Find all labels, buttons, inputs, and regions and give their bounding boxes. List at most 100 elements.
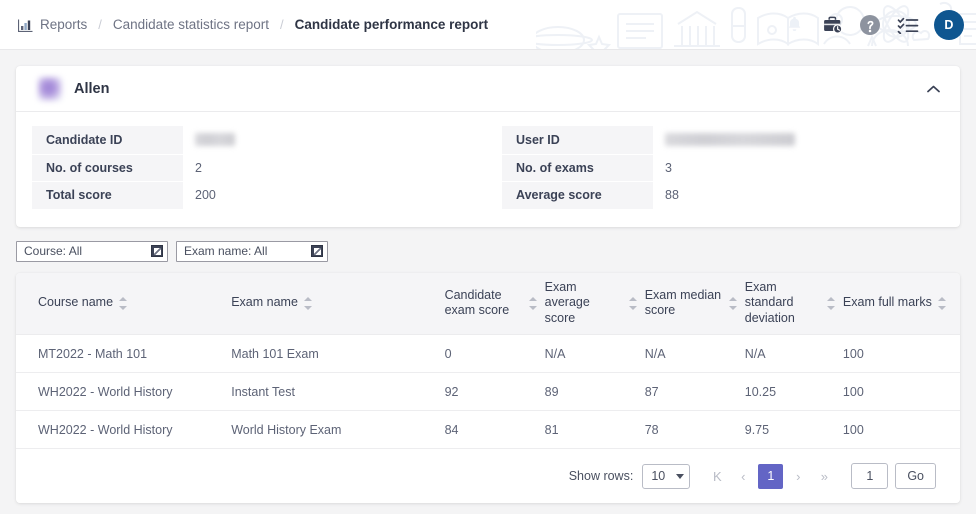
page-jump-input[interactable]: [851, 463, 889, 489]
column-header-label: Course name: [38, 295, 114, 310]
last-page-button[interactable]: »: [811, 463, 837, 489]
breadcrumb-item-reports[interactable]: Reports: [40, 17, 87, 32]
course-filter-label: Course: All: [24, 244, 83, 258]
go-button[interactable]: Go: [895, 463, 936, 489]
column-header-course-name[interactable]: Course name: [16, 272, 232, 335]
candidate-card-header: Allen: [16, 66, 960, 112]
exam-name-filter-label: Exam name: All: [184, 244, 268, 258]
redacted-value: [665, 133, 795, 147]
info-value-average-score: 88: [665, 188, 679, 203]
cell-exam-full-marks: 100: [842, 372, 960, 411]
page-number-1[interactable]: 1: [758, 463, 784, 489]
filter-bar: Course: All Exam name: All: [16, 240, 960, 262]
topbar-actions: D: [782, 9, 964, 40]
info-value-total-score: 200: [195, 188, 216, 203]
cell-exam-average-score: 89: [544, 372, 645, 411]
sort-icon[interactable]: [728, 296, 737, 310]
course-name-link[interactable]: WH2022 - World History: [38, 423, 173, 437]
sort-icon[interactable]: [826, 296, 835, 310]
column-header-label: Exam standard deviation: [744, 279, 795, 326]
column-header-exam-median-score[interactable]: Exam median score: [644, 272, 745, 335]
exam-name-link[interactable]: Math 101 Exam: [231, 347, 319, 361]
info-label: Total score: [32, 182, 183, 209]
column-header-candidate-exam-score[interactable]: Candidate exam score: [444, 272, 545, 335]
chevron-up-icon[interactable]: [924, 80, 942, 98]
candidate-name: Allen: [74, 80, 110, 97]
candidate-summary-card: Allen Candidate ID No. of courses 2 Tota…: [16, 66, 960, 227]
briefcase-clock-icon[interactable]: [820, 13, 844, 37]
cell-course-name: WH2022 - World History: [16, 410, 232, 449]
column-header-label: Exam name: [231, 295, 298, 310]
candidate-avatar: [38, 76, 62, 101]
breadcrumb-separator: /: [279, 17, 284, 32]
cell-exam-name: Instant Test: [231, 372, 445, 411]
broken-image-icon: [151, 245, 163, 257]
rows-per-page-value: 10: [651, 469, 666, 483]
course-name-link[interactable]: MT2022 - Math 101: [38, 347, 147, 361]
info-row-candidate-id: Candidate ID: [32, 126, 474, 154]
exam-name-link[interactable]: World History Exam: [231, 423, 341, 437]
bell-icon[interactable]: [782, 13, 806, 37]
info-label: No. of courses: [32, 154, 183, 181]
sort-icon[interactable]: [119, 296, 128, 310]
sort-icon[interactable]: [628, 296, 637, 310]
breadcrumb-separator: /: [98, 17, 102, 32]
cell-exam-median-score: N/A: [644, 334, 745, 373]
info-row-no-of-courses: No. of courses 2: [32, 153, 474, 181]
info-value-user-id: [653, 126, 944, 154]
first-page-button[interactable]: K: [704, 463, 730, 489]
cell-exam-full-marks: 100: [842, 410, 960, 449]
info-value-no-of-courses: 2: [195, 160, 202, 175]
rows-per-page-select[interactable]: 10: [642, 463, 691, 489]
column-header-exam-name[interactable]: Exam name: [231, 272, 445, 335]
results-table: Course name Exam name Candidate exam sco…: [16, 272, 960, 449]
next-page-button[interactable]: ›: [785, 463, 811, 489]
sort-icon[interactable]: [303, 296, 312, 310]
info-value-no-of-exams: 3: [665, 160, 672, 175]
info-row-no-of-exams: No. of exams 3: [502, 153, 944, 181]
results-table-body: MT2022 - Math 101 Math 101 Exam 0 N/A N/…: [16, 334, 960, 449]
table-row: MT2022 - Math 101 Math 101 Exam 0 N/A N/…: [16, 334, 960, 373]
exam-name-link[interactable]: Instant Test: [231, 385, 295, 399]
cell-exam-standard-deviation: 10.25: [744, 372, 843, 411]
show-rows-label: Show rows:: [568, 469, 634, 483]
candidate-info-column-left: Candidate ID No. of courses 2 Total scor…: [32, 126, 488, 209]
cell-candidate-exam-score: 84: [444, 410, 545, 449]
exam-name-filter[interactable]: Exam name: All: [176, 240, 328, 262]
info-row-average-score: Average score 88: [502, 181, 944, 209]
cell-exam-standard-deviation: 9.75: [744, 410, 843, 449]
info-label: User ID: [502, 126, 653, 154]
cell-candidate-exam-score: 0: [444, 334, 545, 373]
help-icon[interactable]: [858, 13, 882, 37]
info-label: Candidate ID: [32, 126, 183, 154]
course-name-link[interactable]: WH2022 - World History: [38, 385, 173, 399]
breadcrumb-item-candidate-statistics-report[interactable]: Candidate statistics report: [113, 17, 269, 32]
breadcrumb: Reports / Candidate statistics report / …: [17, 17, 488, 33]
table-row: WH2022 - World History World History Exa…: [16, 410, 960, 449]
avatar[interactable]: D: [934, 9, 964, 40]
course-filter[interactable]: Course: All: [16, 240, 168, 262]
table-row: WH2022 - World History Instant Test 92 8…: [16, 372, 960, 411]
results-table-card: Course name Exam name Candidate exam sco…: [16, 272, 960, 503]
column-header-label: Candidate exam score: [444, 287, 510, 318]
sort-icon[interactable]: [528, 296, 537, 310]
top-bar: Reports / Candidate statistics report / …: [0, 0, 976, 50]
sort-icon[interactable]: [937, 296, 946, 310]
column-header-label: Exam average score: [544, 279, 590, 326]
column-header-exam-average-score[interactable]: Exam average score: [544, 272, 645, 335]
cell-candidate-exam-score: 92: [444, 372, 545, 411]
cell-exam-name: Math 101 Exam: [231, 334, 445, 373]
task-list-icon[interactable]: [896, 13, 920, 37]
previous-page-button[interactable]: ‹: [730, 463, 756, 489]
cell-exam-median-score: 87: [644, 372, 745, 411]
cell-exam-full-marks: 100: [842, 334, 960, 373]
broken-image-icon: [311, 245, 323, 257]
page-content: Allen Candidate ID No. of courses 2 Tota…: [0, 50, 976, 503]
bar-chart-icon: [17, 19, 33, 33]
info-value-candidate-id: [183, 126, 474, 154]
column-header-exam-full-marks[interactable]: Exam full marks: [842, 272, 960, 335]
info-label: No. of exams: [502, 154, 653, 181]
candidate-card-body: Candidate ID No. of courses 2 Total scor…: [16, 112, 960, 227]
column-header-exam-standard-deviation[interactable]: Exam standard deviation: [744, 272, 843, 335]
cell-course-name: MT2022 - Math 101: [16, 334, 232, 373]
